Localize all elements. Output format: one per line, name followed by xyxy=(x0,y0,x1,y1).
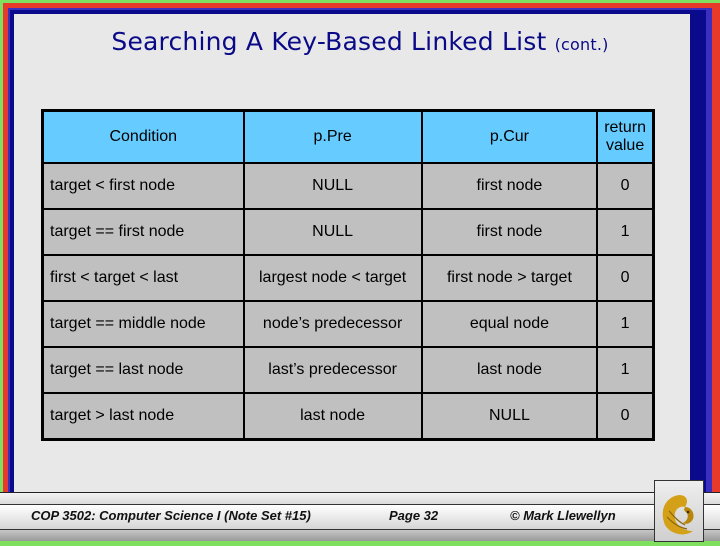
search-conditions-table: Condition p.Pre p.Cur return value targe… xyxy=(41,109,655,441)
footer-copyright: © Mark Llewellyn xyxy=(510,508,616,523)
cell-pcur: NULL xyxy=(420,392,599,441)
cell-ppre: NULL xyxy=(242,208,423,256)
cell-return: 1 xyxy=(596,300,655,348)
table-row: target == first node NULL first node 1 xyxy=(41,208,655,256)
cell-condition: target > last node xyxy=(41,392,245,441)
header-pcur: p.Cur xyxy=(420,109,599,164)
cell-condition: target == middle node xyxy=(41,300,245,348)
logo-box xyxy=(654,480,704,542)
pegasus-logo-icon xyxy=(662,495,694,535)
cell-return: 0 xyxy=(596,392,655,441)
header-condition: Condition xyxy=(41,109,245,164)
cell-condition: first < target < last xyxy=(41,254,245,302)
header-return-line1: return xyxy=(604,119,646,136)
table-row: target > last node last node NULL 0 xyxy=(41,392,655,441)
table-row: target == last node last’s predecessor l… xyxy=(41,346,655,394)
cell-ppre: last node xyxy=(242,392,423,441)
cell-pcur: last node xyxy=(420,346,599,394)
cell-return: 1 xyxy=(596,346,655,394)
cell-pcur: first node xyxy=(420,208,599,256)
table-row: target < first node NULL first node 0 xyxy=(41,162,655,210)
slide-title-text: Searching A Key-Based Linked List xyxy=(111,27,547,56)
cell-condition: target == first node xyxy=(41,208,245,256)
cell-pcur: equal node xyxy=(420,300,599,348)
header-ppre: p.Pre xyxy=(242,109,423,164)
footer-course: COP 3502: Computer Science I (Note Set #… xyxy=(31,508,311,523)
cell-condition: target == last node xyxy=(41,346,245,394)
cell-return: 0 xyxy=(596,162,655,210)
slide-title: Searching A Key-Based Linked List (cont.… xyxy=(0,27,720,56)
cell-pcur: first node xyxy=(420,162,599,210)
cell-ppre: largest node < target xyxy=(242,254,423,302)
footer-page-number: Page 32 xyxy=(389,508,439,523)
cell-condition: target < first node xyxy=(41,162,245,210)
cell-ppre: node’s predecessor xyxy=(242,300,423,348)
table-row: target == middle node node’s predecessor… xyxy=(41,300,655,348)
cell-return: 0 xyxy=(596,254,655,302)
header-return-value: return value xyxy=(596,109,655,164)
table-header-row: Condition p.Pre p.Cur return value xyxy=(41,109,655,164)
cell-ppre: last’s predecessor xyxy=(242,346,423,394)
cell-return: 1 xyxy=(596,208,655,256)
cell-pcur: first node > target xyxy=(420,254,599,302)
cell-ppre: NULL xyxy=(242,162,423,210)
header-return-line2: value xyxy=(605,137,645,154)
table-row: first < target < last largest node < tar… xyxy=(41,254,655,302)
slide-title-suffix: (cont.) xyxy=(554,35,609,54)
